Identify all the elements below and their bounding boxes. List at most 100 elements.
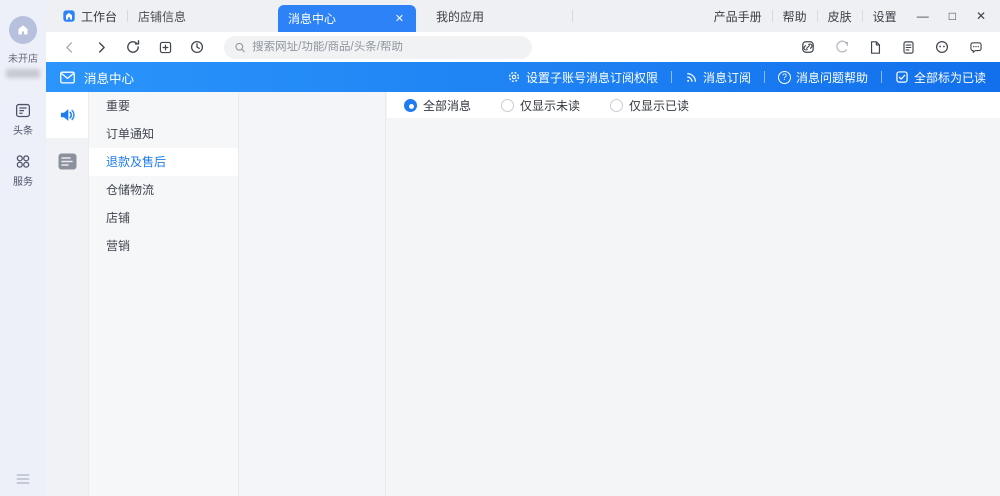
search-input[interactable] xyxy=(252,41,522,53)
chevron-left-icon xyxy=(65,41,72,53)
menu-item-warehouse-logistics[interactable]: 仓储物流 xyxy=(89,176,238,204)
message-list-panel xyxy=(238,92,386,496)
envelope-icon xyxy=(60,71,75,83)
filter-all-messages[interactable]: 全部消息 xyxy=(404,97,471,114)
radio-icon xyxy=(501,98,515,112)
smiley-icon xyxy=(935,40,949,54)
strip-item-message-list[interactable] xyxy=(46,138,88,184)
close-icon[interactable]: ✕ xyxy=(976,10,986,22)
filter-all-label: 全部消息 xyxy=(423,98,472,113)
toolbar-right-icons xyxy=(800,39,1000,55)
banner-actions: 设置子账号消息订阅权限 消息订阅 ? 消息问题帮助 全部标为已读 xyxy=(507,69,1000,86)
performance-button[interactable] xyxy=(834,39,850,55)
link-box-icon xyxy=(802,41,814,53)
chevron-right-icon xyxy=(98,41,105,53)
help-link[interactable]: 帮助 xyxy=(783,8,807,25)
refresh-icon xyxy=(127,40,140,53)
list-card-icon xyxy=(58,153,76,169)
titlebar: 工作台 店铺信息 消息中心 ✕ 我的应用 产品手册 帮助 皮肤 设置 — □ ✕ xyxy=(46,0,1000,32)
divider xyxy=(670,71,672,83)
workbench-tab[interactable]: 工作台 xyxy=(62,8,117,25)
mark-all-read-button[interactable]: 全部标为已读 xyxy=(895,69,986,86)
sidebar-item-service[interactable]: 服务 xyxy=(13,153,33,188)
news-page-icon xyxy=(15,103,31,118)
search-bar[interactable] xyxy=(224,35,532,59)
skin-link[interactable]: 皮肤 xyxy=(828,8,852,25)
history-button[interactable] xyxy=(184,35,210,59)
tab-message-center[interactable]: 消息中心 ✕ xyxy=(278,5,417,32)
radio-checked-icon xyxy=(404,98,417,112)
divider xyxy=(572,10,574,22)
filter-unread-label: 仅显示未读 xyxy=(520,98,581,113)
store-name-redacted xyxy=(6,69,40,78)
divider xyxy=(861,10,863,22)
divider xyxy=(816,10,818,22)
message-help-button[interactable]: ? 消息问题帮助 xyxy=(777,69,868,86)
rss-icon xyxy=(687,72,696,82)
message-subscribe-label: 消息订阅 xyxy=(702,70,751,85)
house-icon xyxy=(18,25,28,35)
divider xyxy=(763,71,765,83)
message-content-area: 全部消息 仅显示未读 仅显示已读 xyxy=(387,92,1000,496)
menu-item-order-notice[interactable]: 订单通知 xyxy=(89,120,238,148)
maximize-icon[interactable]: □ xyxy=(949,10,956,22)
sub-account-permission-label: 设置子账号消息订阅权限 xyxy=(525,70,658,85)
home-icon xyxy=(63,10,75,22)
feedback-button[interactable] xyxy=(968,40,984,55)
menu-item-marketing[interactable]: 营销 xyxy=(89,232,238,260)
services-grid-icon xyxy=(16,155,30,168)
divider xyxy=(127,10,129,22)
message-center-banner: 消息中心 设置子账号消息订阅权限 消息订阅 ? 消息问题帮助 全部标为已读 xyxy=(46,62,1000,92)
browser-toolbar xyxy=(46,32,1000,62)
message-category-menu: 重要 订单通知 退款及售后 仓储物流 店铺 营销 xyxy=(88,92,238,496)
forward-button[interactable] xyxy=(88,35,114,59)
tab-my-apps[interactable]: 我的应用 xyxy=(430,8,490,25)
page-title: 消息中心 xyxy=(84,71,135,86)
check-square-icon xyxy=(896,71,908,83)
store-status-label: 未开店 xyxy=(8,54,38,65)
form-list-icon xyxy=(903,40,914,54)
sidebar-menu-icon[interactable] xyxy=(16,474,30,484)
radio-icon xyxy=(610,98,624,112)
back-button[interactable] xyxy=(56,35,82,59)
question-circle-icon: ? xyxy=(777,70,791,84)
menu-item-shop[interactable]: 店铺 xyxy=(89,204,238,232)
filter-unread-only[interactable]: 仅显示未读 xyxy=(501,97,580,114)
plus-square-icon xyxy=(159,41,171,53)
assistant-button[interactable] xyxy=(934,39,950,55)
page-button[interactable] xyxy=(868,40,883,55)
tab-close-icon[interactable]: ✕ xyxy=(393,12,406,25)
search-icon xyxy=(235,42,245,52)
product-manual-link[interactable]: 产品手册 xyxy=(714,8,762,25)
menu-item-refund-aftersale[interactable]: 退款及售后 xyxy=(89,148,238,176)
store-avatar[interactable] xyxy=(9,16,37,44)
shop-info-tab[interactable]: 店铺信息 xyxy=(138,8,186,25)
service-label: 服务 xyxy=(13,177,33,188)
message-help-label: 消息问题帮助 xyxy=(795,70,868,85)
sub-account-permission-button[interactable]: 设置子账号消息订阅权限 xyxy=(507,69,658,86)
gear-icon xyxy=(508,71,519,83)
message-type-strip xyxy=(46,92,88,496)
toutiao-label: 头条 xyxy=(13,126,33,137)
capture-link-button[interactable] xyxy=(800,39,816,55)
clock-icon xyxy=(190,40,204,54)
document-icon xyxy=(870,40,881,54)
form-button[interactable] xyxy=(901,40,916,55)
app-sidebar: 未开店 头条 服务 xyxy=(0,0,46,496)
mark-all-read-label: 全部标为已读 xyxy=(913,70,986,85)
new-tab-button[interactable] xyxy=(152,35,178,59)
filter-read-label: 仅显示已读 xyxy=(629,98,690,113)
minimize-icon[interactable]: — xyxy=(917,10,929,22)
app-window: 未开店 头条 服务 工作台 店铺信息 消息中心 ✕ 我的应用 产品手册 帮助 皮… xyxy=(0,0,1000,496)
settings-link[interactable]: 设置 xyxy=(873,8,897,25)
gauge-icon xyxy=(836,40,849,53)
sidebar-item-toutiao[interactable]: 头条 xyxy=(13,102,33,137)
strip-item-announcements[interactable] xyxy=(46,92,88,138)
message-subscribe-button[interactable]: 消息订阅 xyxy=(685,69,751,86)
tab-label: 消息中心 xyxy=(288,12,337,26)
refresh-button[interactable] xyxy=(120,35,146,59)
menu-item-important[interactable]: 重要 xyxy=(89,92,238,120)
divider xyxy=(771,10,773,22)
filter-read-only[interactable]: 仅显示已读 xyxy=(610,97,689,114)
divider xyxy=(880,71,882,83)
